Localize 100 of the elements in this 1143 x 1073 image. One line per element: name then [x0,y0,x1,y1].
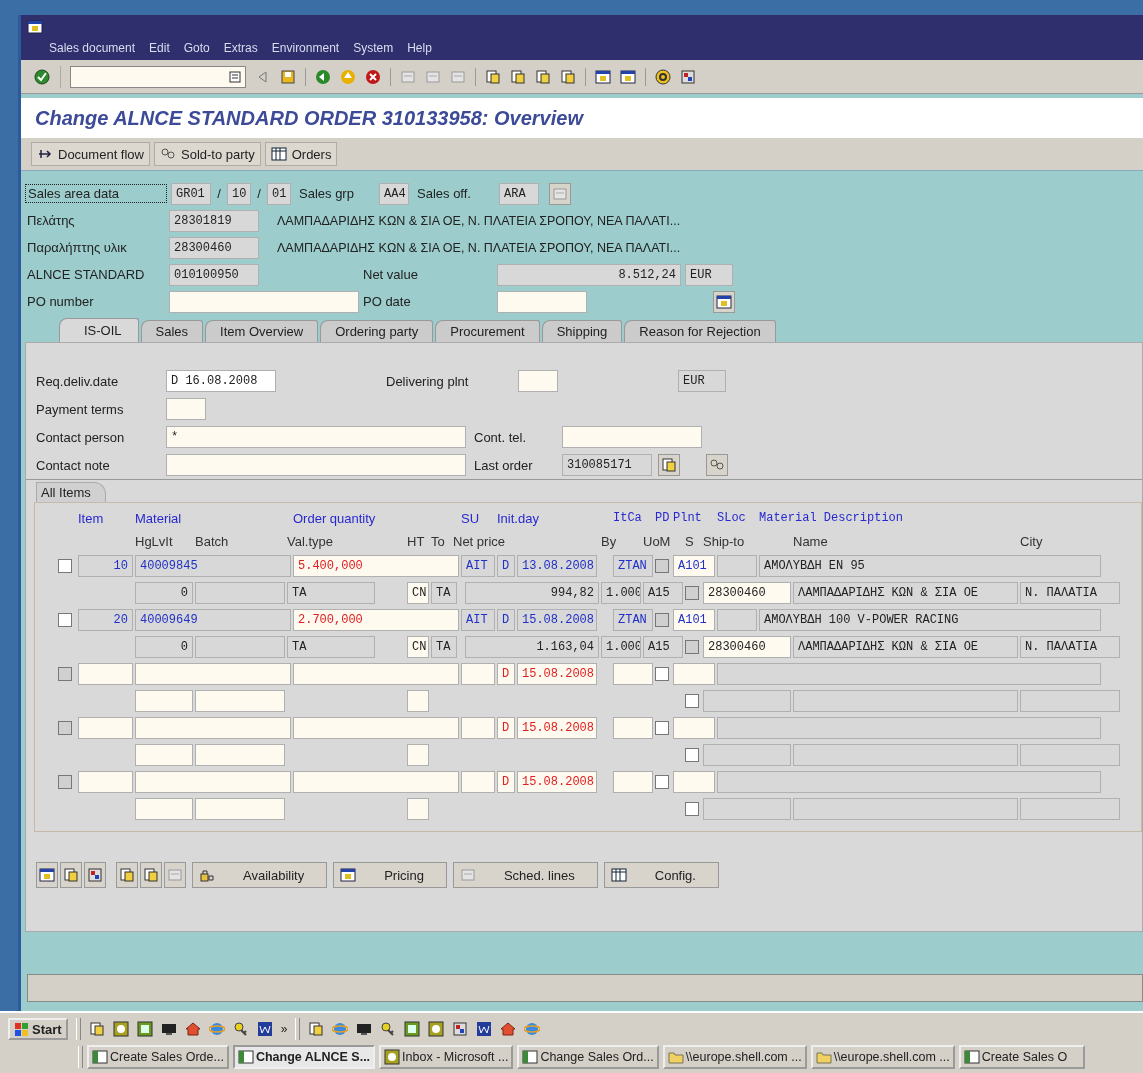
house-icon[interactable] [184,1021,201,1037]
table-cell[interactable] [195,744,285,766]
table-cell[interactable] [703,690,791,712]
table-cell[interactable]: AIT [461,609,495,631]
table-cell[interactable] [717,717,1101,739]
table-cell[interactable] [793,798,1018,820]
tab[interactable]: Sales [140,320,204,342]
table-cell[interactable] [135,771,291,793]
checkbox[interactable] [655,721,669,735]
table-cell[interactable] [78,771,133,793]
previous-page-icon[interactable] [510,68,526,85]
table-cell[interactable]: 28300460 [703,582,791,604]
presentation-icon[interactable] [452,1021,469,1037]
menu-item[interactable]: Sales document [49,41,136,55]
table-cell[interactable] [195,636,285,658]
table-cell[interactable] [293,663,459,685]
text-field[interactable]: 310085171 [562,454,652,476]
tab[interactable]: Reason for Rejection [624,320,776,342]
table-cell[interactable]: D [497,555,515,577]
icon-button[interactable] [60,862,82,888]
table-cell[interactable] [135,663,291,685]
table-cell[interactable] [793,744,1018,766]
table-cell[interactable] [461,717,495,739]
table-cell[interactable]: D [497,663,515,685]
more-button[interactable]: » [280,1022,288,1036]
table-cell[interactable]: 40009845 [135,555,291,577]
table-cell[interactable]: D [497,717,515,739]
table-cell[interactable] [407,798,429,820]
table-cell[interactable]: D [497,771,515,793]
table-cell[interactable] [78,663,133,685]
table-cell[interactable] [135,690,193,712]
checkbox[interactable] [655,667,669,681]
checkbox[interactable] [58,721,72,735]
table-cell[interactable] [293,717,459,739]
globe-icon[interactable] [332,1021,349,1037]
checkbox[interactable] [58,667,72,681]
table-cell[interactable] [613,663,653,685]
table-cell[interactable]: 15.08.2008 [517,663,597,685]
enter-button[interactable] [31,65,61,88]
monitor-icon[interactable] [356,1021,373,1037]
table-cell[interactable] [407,690,429,712]
table-cell[interactable]: CN [407,636,429,658]
table-cell[interactable]: AIT [461,555,495,577]
table-cell[interactable]: A101 [673,555,715,577]
table-cell[interactable] [135,798,193,820]
toolbar-button[interactable]: Pricing [333,862,447,888]
text-field[interactable]: GR01 [171,182,211,205]
command-field[interactable] [70,65,246,88]
table-cell[interactable] [1020,690,1120,712]
new-session-icon[interactable] [595,68,611,85]
checkbox[interactable] [655,613,669,627]
text-field[interactable]: 28301819 [169,209,259,232]
table-cell[interactable] [717,771,1101,793]
text-field[interactable]: ARA [499,182,539,205]
table-cell[interactable] [673,771,715,793]
menu-item[interactable]: Goto [183,41,210,55]
table-cell[interactable]: 0 [135,582,193,604]
icon-button[interactable] [84,862,106,888]
save-icon[interactable] [280,68,296,85]
table-cell[interactable] [293,771,459,793]
checkbox[interactable] [58,559,72,573]
checkbox[interactable] [685,640,699,654]
shortcut-icon[interactable] [620,68,636,85]
checkbox[interactable] [685,748,699,762]
input-field[interactable] [518,370,558,392]
taskbar-button[interactable]: \\europe.shell.com ... [662,1045,807,1069]
start-button[interactable]: Start [8,1018,68,1040]
tab[interactable]: Item Overview [205,320,319,342]
toolbar-button[interactable]: Config. [603,862,719,888]
monitor-icon[interactable] [160,1021,177,1037]
exit-icon[interactable] [340,68,356,85]
table-cell[interactable] [673,663,715,685]
table-cell[interactable] [78,717,133,739]
icon-button[interactable] [140,862,162,888]
checkbox[interactable] [655,559,669,573]
table-cell[interactable] [135,744,193,766]
table-cell[interactable] [195,582,285,604]
key-icon[interactable] [380,1021,397,1037]
table-cell[interactable] [1020,798,1120,820]
table-cell[interactable] [195,690,285,712]
icon-button[interactable] [36,862,58,888]
checkbox[interactable] [685,586,699,600]
next-page-icon[interactable] [535,68,551,85]
input-field[interactable]: * [166,426,466,448]
table-cell[interactable]: ΛΑΜΠΑΔΑΡΙΔΗΣ ΚΩΝ & ΣΙΑ ΟΕ [793,582,1018,604]
spreadsheet-icon[interactable] [404,1021,421,1037]
taskbar-button[interactable]: Change Sales Ord... [517,1045,659,1069]
table-cell[interactable] [135,717,291,739]
text-field[interactable]: EUR [678,370,726,392]
first-page-icon[interactable] [485,68,501,85]
table-cell[interactable]: 10 [78,555,133,577]
table-cell[interactable]: 40009649 [135,609,291,631]
text-field[interactable]: 01 [267,182,291,205]
text-field[interactable]: 8.512,24 [497,263,681,286]
taskbar-button[interactable]: Create Sales Orde... [87,1045,229,1069]
taskbar-button[interactable]: Change ALNCE S... [232,1045,376,1069]
house-icon[interactable] [500,1021,517,1037]
icon-button[interactable] [706,454,728,476]
text-field[interactable]: 10 [227,182,251,205]
globe-icon[interactable] [208,1021,225,1037]
